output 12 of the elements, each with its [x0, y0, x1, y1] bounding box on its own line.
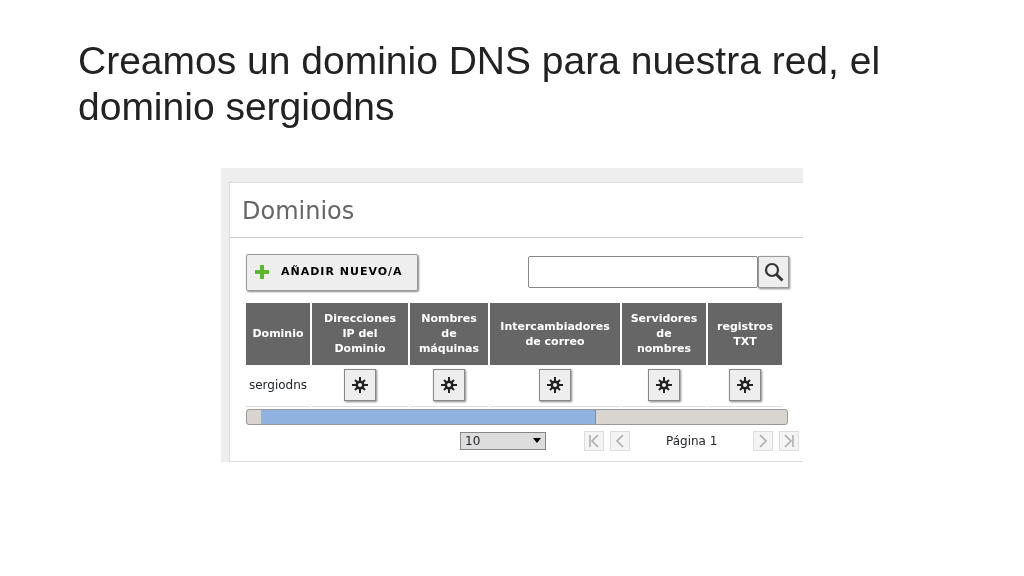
slide-title: Creamos un dominio DNS para nuestra red, el dominio sergiodns: [78, 38, 882, 130]
column-header: registros TXT: [708, 302, 782, 365]
add-new-button[interactable]: AÑADIR NUEVO/A: [246, 254, 418, 291]
column-header: Nombres de máquinas: [410, 302, 488, 365]
page-label: Página 1: [666, 432, 718, 450]
column-header: Intercambiadores de correo: [490, 302, 620, 365]
page-size-select[interactable]: 10: [460, 431, 546, 450]
column-header: Dominio: [246, 302, 310, 365]
domain-name: sergiodns: [248, 378, 308, 392]
panel-title: Dominios: [230, 183, 803, 238]
column-header: Servidores de nombres: [622, 302, 706, 365]
column-header: Direcciones IP del Dominio: [312, 302, 408, 365]
